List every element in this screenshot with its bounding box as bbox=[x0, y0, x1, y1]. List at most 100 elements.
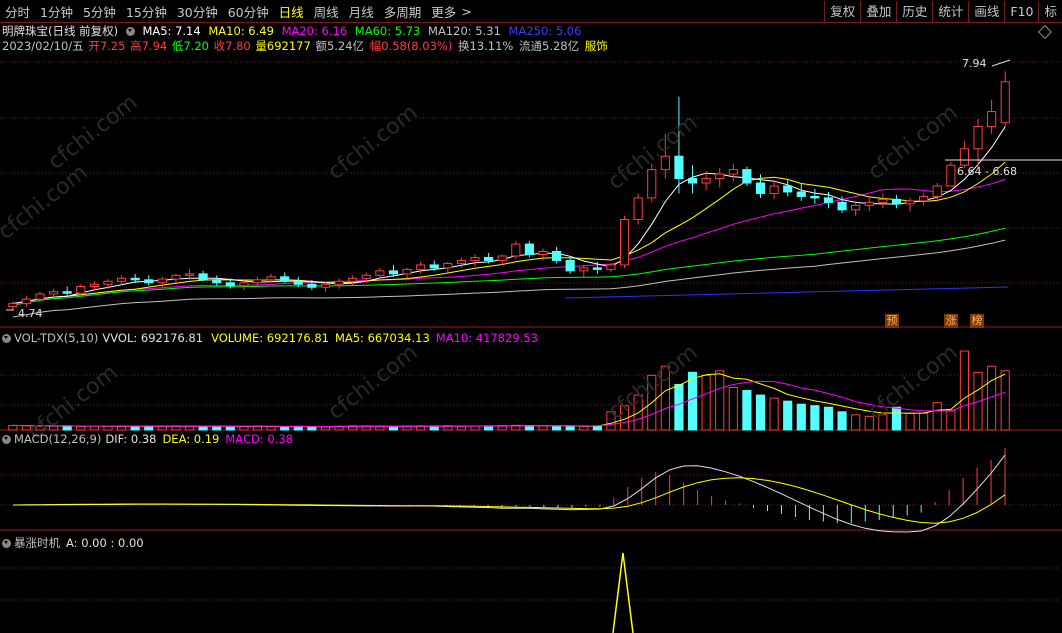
candle-down bbox=[837, 201, 847, 211]
volume-bar bbox=[905, 412, 915, 431]
volume-bar bbox=[742, 390, 752, 431]
candle-up bbox=[932, 185, 942, 197]
candle-down bbox=[565, 259, 575, 272]
volume-bar bbox=[198, 426, 208, 431]
candle-up bbox=[987, 111, 997, 127]
dropdown-icon[interactable] bbox=[2, 435, 11, 444]
ma10-value: MA10: 6.49 bbox=[208, 24, 274, 38]
volume-bar bbox=[823, 406, 834, 431]
quote-amount: 额5.24亿 bbox=[315, 39, 365, 53]
candle-up bbox=[701, 178, 711, 184]
quote-turnover: 换13.11% bbox=[458, 39, 514, 53]
volume-bar bbox=[280, 426, 290, 431]
candle-up bbox=[375, 270, 385, 276]
quote-low: 低7.20 bbox=[171, 39, 209, 53]
candle-down bbox=[552, 251, 562, 261]
volume-bar bbox=[184, 425, 195, 431]
volume-bar bbox=[755, 394, 766, 431]
quote-float: 流通5.28亿 bbox=[519, 39, 580, 53]
volume-bar bbox=[388, 426, 399, 431]
volume-bar bbox=[103, 425, 113, 431]
candle-up bbox=[266, 276, 276, 281]
candle-down bbox=[144, 279, 154, 284]
candle-up bbox=[8, 303, 18, 308]
candle-up bbox=[579, 267, 589, 272]
candle-down bbox=[796, 191, 806, 197]
candle-down bbox=[823, 197, 834, 203]
ma-legend: 明牌珠宝(日线 前复权) MA5: 7.14 MA10: 6.49 MA20: … bbox=[2, 23, 585, 39]
candle-up bbox=[946, 164, 956, 187]
candle-up bbox=[973, 125, 983, 150]
macd-legend: MACD(12,26,9) DIF: 0.38 DEA: 0.19 MACD: 0.3… bbox=[2, 432, 293, 446]
macd-value: MACD: 0.38 bbox=[225, 432, 293, 446]
volume-bar bbox=[769, 397, 779, 431]
high-price-label: 7.94 bbox=[962, 57, 987, 70]
dropdown-icon[interactable] bbox=[2, 334, 11, 343]
candle-up bbox=[851, 204, 861, 211]
candle-up bbox=[334, 280, 344, 285]
volume-bar bbox=[810, 405, 820, 431]
candle-down bbox=[388, 270, 399, 275]
volume-bar bbox=[538, 425, 548, 431]
kline-chart[interactable] bbox=[0, 0, 1062, 633]
quote-sector[interactable]: 服饰 bbox=[585, 39, 608, 53]
candle-down bbox=[891, 198, 902, 205]
candle-down bbox=[524, 243, 534, 255]
dropdown-icon[interactable] bbox=[125, 27, 135, 36]
dropdown-icon[interactable] bbox=[2, 539, 11, 548]
volume-bar bbox=[116, 426, 127, 431]
vol-indicator-name[interactable]: VOL-TDX(5,10) bbox=[14, 331, 98, 345]
volume-bar bbox=[266, 426, 276, 431]
macd-dif-line bbox=[12, 454, 1006, 533]
candle-down bbox=[742, 169, 752, 184]
quote-volume: 量692177 bbox=[255, 39, 311, 53]
signal-badge-bang[interactable]: 榜 bbox=[970, 314, 984, 328]
quote-date: 2023/02/10/五 bbox=[2, 39, 84, 53]
volume-bar bbox=[320, 426, 331, 431]
candle-up bbox=[647, 169, 657, 199]
candle-up bbox=[320, 283, 331, 288]
ma120-value: MA120: 5.31 bbox=[428, 24, 501, 38]
candle-down bbox=[783, 185, 793, 193]
volume-bar bbox=[62, 425, 72, 431]
volume-bar bbox=[552, 425, 562, 431]
candle-up bbox=[905, 200, 915, 205]
volume-legend: VOL-TDX(5,10) VVOL: 692176.81 VOLUME: 6921… bbox=[2, 331, 538, 345]
volume-bar bbox=[565, 425, 575, 431]
volume-bar bbox=[456, 425, 466, 431]
volume-bar bbox=[470, 425, 480, 431]
volume-bar bbox=[851, 414, 861, 431]
candle-down bbox=[293, 280, 303, 285]
dif-value: DIF: 0.38 bbox=[105, 432, 157, 446]
candle-up bbox=[443, 262, 453, 269]
volume-bar bbox=[674, 383, 684, 431]
ma120-line bbox=[12, 239, 1006, 318]
candle-up bbox=[103, 280, 113, 285]
candle-up bbox=[864, 201, 874, 206]
stock-name: 明牌珠宝(日线 前复权) bbox=[2, 24, 119, 38]
volume-bar bbox=[89, 425, 99, 431]
candle-up bbox=[116, 277, 127, 282]
ma60-line bbox=[12, 227, 1006, 306]
vol-ma10-value: MA10: 417829.53 bbox=[435, 331, 538, 345]
volume-bar bbox=[8, 424, 18, 431]
candle-up bbox=[538, 251, 548, 255]
quote-info: 2023/02/10/五 开7.25 高7.94 低7.20 收7.80 量69… bbox=[2, 38, 612, 54]
candle-up bbox=[456, 259, 466, 264]
ma5-line bbox=[12, 126, 1006, 305]
candle-down bbox=[687, 178, 698, 184]
dea-value: DEA: 0.19 bbox=[162, 432, 220, 446]
candle-down bbox=[674, 155, 684, 180]
vol-ma5-value: MA5: 667034.13 bbox=[334, 331, 430, 345]
volume-bar bbox=[130, 425, 140, 431]
volume-bar bbox=[1000, 370, 1010, 431]
candle-up bbox=[878, 198, 888, 203]
candle-down bbox=[212, 279, 222, 284]
macd-indicator-name[interactable]: MACD(12,26,9) bbox=[14, 432, 101, 446]
signal-indicator-name[interactable]: 暴涨时机 bbox=[14, 536, 60, 550]
signal-badge-zhang[interactable]: 涨 bbox=[944, 314, 958, 328]
candle-up bbox=[470, 256, 480, 261]
volume-bar bbox=[919, 412, 929, 431]
candle-up bbox=[606, 264, 616, 270]
signal-badge-yu[interactable]: 预 bbox=[885, 314, 899, 328]
